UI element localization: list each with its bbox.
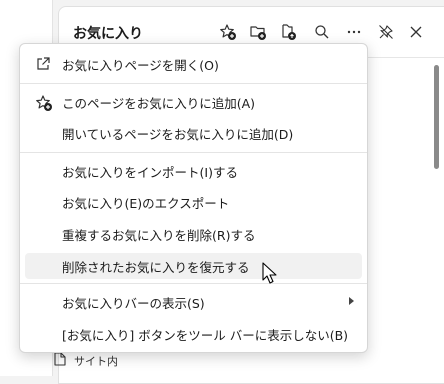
add-favorite-icon [35, 94, 52, 111]
menu-divider [20, 83, 367, 84]
menu-item-label: 開いているページをお気に入りに追加(D) [62, 126, 294, 142]
page-icon [54, 352, 66, 369]
collections-icon[interactable] [277, 21, 299, 43]
menu-item-export-favorites[interactable]: お気に入り(E)のエクスポート [25, 189, 362, 215]
panel-title: お気に入り [73, 26, 143, 42]
menu-item-label: このページをお気に入りに追加(A) [62, 95, 256, 111]
menu-item-add-open-pages[interactable]: 開いているページをお気に入りに追加(D) [25, 120, 362, 146]
list-item-label: サイト内 [74, 354, 118, 368]
add-favorite-icon[interactable] [217, 21, 239, 43]
context-menu: お気に入りページを開く(O) このページをお気に入りに追加(A) 開いているペー… [19, 43, 368, 353]
close-icon[interactable] [405, 21, 427, 43]
menu-divider [20, 152, 367, 153]
unpin-icon[interactable] [375, 21, 397, 43]
menu-item-show-favorites-bar[interactable]: お気に入りバーの表示(S) [25, 289, 362, 315]
menu-item-label: 削除されたお気に入りを復元する [62, 259, 250, 275]
menu-item-label: お気に入りをインポート(I)する [62, 164, 238, 180]
menu-item-import-favorites[interactable]: お気に入りをインポート(I)する [25, 158, 362, 184]
menu-item-label: お気に入りバーの表示(S) [62, 295, 205, 311]
scrollbar[interactable] [434, 65, 439, 169]
mouse-cursor-icon [262, 262, 278, 289]
search-icon[interactable] [311, 21, 333, 43]
list-item[interactable]: サイト内 [54, 352, 118, 369]
menu-item-remove-duplicates[interactable]: 重複するお気に入りを削除(R)する [25, 221, 362, 247]
menu-item-label: [お気に入り] ボタンをツール バーに表示しない(B) [62, 327, 349, 343]
more-icon[interactable] [343, 21, 365, 43]
menu-item-add-this-page[interactable]: このページをお気に入りに追加(A) [25, 89, 362, 115]
add-folder-icon[interactable] [247, 21, 269, 43]
menu-item-hide-toolbar-button[interactable]: [お気に入り] ボタンをツール バーに表示しない(B) [25, 321, 362, 347]
chevron-right-icon [349, 297, 354, 305]
menu-item-label: 重複するお気に入りを削除(R)する [62, 227, 256, 243]
menu-item-label: お気に入りページを開く(O) [62, 57, 219, 73]
open-external-icon [35, 56, 51, 72]
menu-item-restore-deleted[interactable]: 削除されたお気に入りを復元する [25, 253, 362, 279]
menu-item-open-favorites-page[interactable]: お気に入りページを開く(O) [25, 51, 362, 77]
menu-item-label: お気に入り(E)のエクスポート [62, 195, 230, 211]
menu-divider [20, 283, 367, 284]
